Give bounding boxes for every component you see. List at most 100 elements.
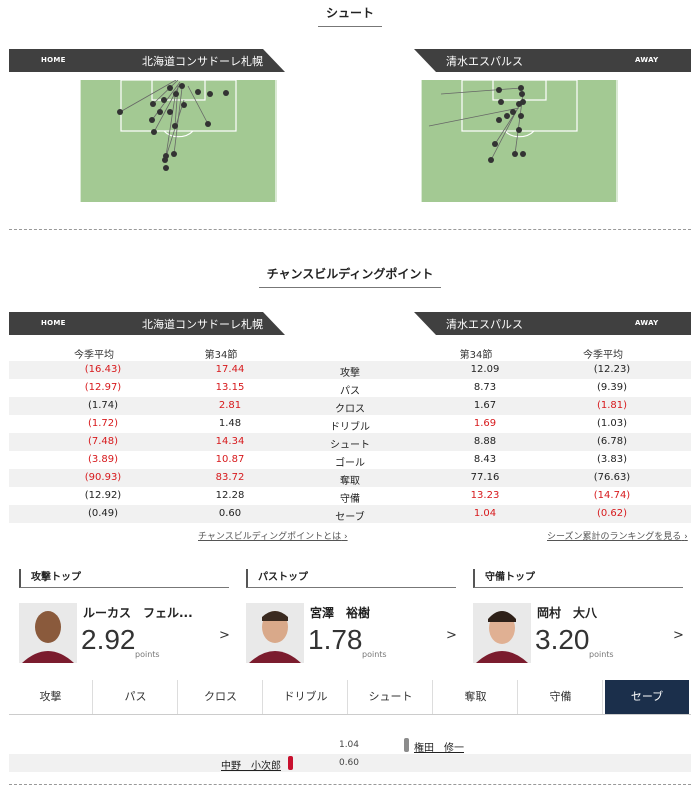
- chevron-right-icon[interactable]: >: [446, 628, 457, 643]
- player-points: 2.92: [81, 624, 136, 655]
- stat-label: 攻撃: [340, 368, 360, 379]
- tab-steal[interactable]: 奪取: [434, 680, 518, 714]
- save-value: 0.60: [338, 758, 360, 768]
- stat-row: (16.43) 17.44 攻撃 12.09 (12.23): [9, 361, 691, 379]
- stat-row: (1.72) 1.48 ドリブル 1.69 (1.03): [9, 415, 691, 433]
- stat-row: (1.74) 2.81 クロス 1.67 (1.81): [9, 397, 691, 415]
- home-round-value: 2.81: [218, 400, 242, 411]
- stat-label: ドリブル: [330, 422, 370, 433]
- home-season-avg: (7.48): [87, 436, 119, 447]
- home-season-avg: (1.72): [87, 418, 119, 429]
- away-season-avg: (12.23): [593, 364, 631, 375]
- away-round-value: 13.23: [470, 490, 500, 501]
- cbp-away-team-bar: 清水エスパルス AWAY: [414, 312, 691, 335]
- away-season-avg: (1.81): [596, 400, 628, 411]
- player-photo: [473, 603, 531, 663]
- season-ranking-link-label: シーズン累計のランキングを見る: [547, 532, 682, 542]
- attack-top-title: 攻撃トップ: [19, 569, 229, 588]
- save-row-home: 中野 小次郎 0.60: [9, 754, 691, 772]
- tab-defense[interactable]: 守備: [519, 680, 603, 714]
- season-ranking-link[interactable]: シーズン累計のランキングを見る ›: [547, 529, 688, 542]
- home-team-bar: HOME 北海道コンサドーレ札幌: [9, 49, 285, 72]
- away-round-value: 1.69: [473, 418, 497, 429]
- save-row-away: 1.04 権田 修一: [9, 736, 691, 754]
- away-round-value: 8.88: [473, 436, 497, 447]
- home-round-value: 10.87: [215, 454, 245, 465]
- chevron-right-icon[interactable]: >: [219, 628, 230, 643]
- home-round-header: 第34節: [204, 350, 238, 361]
- tab-pass[interactable]: パス: [94, 680, 178, 714]
- home-round-value: 17.44: [215, 364, 245, 375]
- defense-top-title: 守備トップ: [473, 569, 683, 588]
- away-round-value: 8.43: [473, 454, 497, 465]
- cbp-away-team-name: 清水エスパルス: [446, 318, 523, 331]
- away-label: AWAY: [635, 56, 659, 64]
- tab-dribble[interactable]: ドリブル: [264, 680, 348, 714]
- player-link[interactable]: 権田 修一: [414, 739, 464, 754]
- section-divider: [9, 229, 691, 230]
- away-shot-map: [421, 80, 618, 202]
- away-round-header: 第34節: [459, 350, 493, 361]
- category-tabs: 攻撃 パス クロス ドリブル シュート 奪取 守備 セーブ: [9, 680, 691, 715]
- home-round-value: 1.48: [218, 418, 242, 429]
- cbp-section-title: チャンスビルディングポイント: [0, 265, 700, 288]
- home-season-avg: (1.74): [87, 400, 119, 411]
- home-season-avg: (0.49): [87, 508, 119, 519]
- stat-row: (3.89) 10.87 ゴール 8.43 (3.83): [9, 451, 691, 469]
- home-shot-map: [80, 80, 277, 202]
- points-unit: points: [362, 650, 387, 659]
- away-season-avg: (76.63): [593, 472, 631, 483]
- player-points: 3.20: [535, 624, 590, 655]
- tab-cross[interactable]: クロス: [179, 680, 263, 714]
- away-season-avg: (0.62): [596, 508, 628, 519]
- player-name: ルーカス フェル...: [83, 606, 193, 620]
- away-round-value: 77.16: [470, 472, 500, 483]
- away-round-value: 1.04: [473, 508, 497, 519]
- player-photo: [19, 603, 77, 663]
- tab-shoot[interactable]: シュート: [349, 680, 433, 714]
- home-season-avg: (16.43): [84, 364, 122, 375]
- away-season-avg-header: 今季平均: [583, 350, 623, 361]
- away-round-value: 8.73: [473, 382, 497, 393]
- save-value: 1.04: [338, 740, 360, 750]
- stat-label: クロス: [335, 404, 365, 415]
- cbp-about-link[interactable]: チャンスビルディングポイントとは ›: [198, 529, 348, 542]
- tab-attack[interactable]: 攻撃: [9, 680, 93, 714]
- away-season-avg: (9.39): [596, 382, 628, 393]
- pass-top-title: パストップ: [246, 569, 456, 588]
- cbp-home-team-bar: HOME 北海道コンサドーレ札幌: [9, 312, 285, 335]
- stat-row: (12.97) 13.15 パス 8.73 (9.39): [9, 379, 691, 397]
- player-photo: [246, 603, 304, 663]
- home-season-avg: (12.92): [84, 490, 122, 501]
- cbp-about-link-label: チャンスビルディングポイントとは: [198, 532, 342, 542]
- chevron-right-icon: ›: [684, 532, 688, 542]
- player-name: 宮澤 裕樹: [310, 606, 371, 620]
- chevron-right-icon[interactable]: >: [673, 628, 684, 643]
- player-name: 岡村 大八: [537, 606, 598, 620]
- away-team-bar: 清水エスパルス AWAY: [414, 49, 691, 72]
- cbp-home-label: HOME: [41, 319, 66, 327]
- home-round-value: 83.72: [215, 472, 245, 483]
- stat-label: 守備: [340, 494, 360, 505]
- tab-save[interactable]: セーブ: [605, 680, 689, 714]
- away-round-value: 1.67: [473, 400, 497, 411]
- shot-section-title: シュート: [0, 4, 700, 27]
- pass-top-card[interactable]: パストップ 宮澤 裕樹 1.78 points >: [246, 569, 457, 667]
- home-season-avg-header: 今季平均: [74, 350, 114, 361]
- away-team-name: 清水エスパルス: [446, 55, 523, 68]
- away-season-avg: (14.74): [593, 490, 631, 501]
- cbp-away-label: AWAY: [635, 319, 659, 327]
- player-link[interactable]: 中野 小次郎: [221, 757, 281, 772]
- stat-label: パス: [340, 386, 360, 397]
- home-season-avg: (12.97): [84, 382, 122, 393]
- stat-row: (7.48) 14.34 シュート 8.88 (6.78): [9, 433, 691, 451]
- defense-top-card[interactable]: 守備トップ 岡村 大八 3.20 points >: [473, 569, 684, 667]
- home-label: HOME: [41, 56, 66, 64]
- home-season-avg: (90.93): [84, 472, 122, 483]
- home-team-name: 北海道コンサドーレ札幌: [142, 55, 263, 68]
- home-round-value: 14.34: [215, 436, 245, 447]
- away-season-avg: (6.78): [596, 436, 628, 447]
- attack-top-card[interactable]: 攻撃トップ ルーカス フェル... 2.92 points >: [19, 569, 230, 667]
- points-unit: points: [589, 650, 614, 659]
- stat-label: 奪取: [340, 476, 360, 487]
